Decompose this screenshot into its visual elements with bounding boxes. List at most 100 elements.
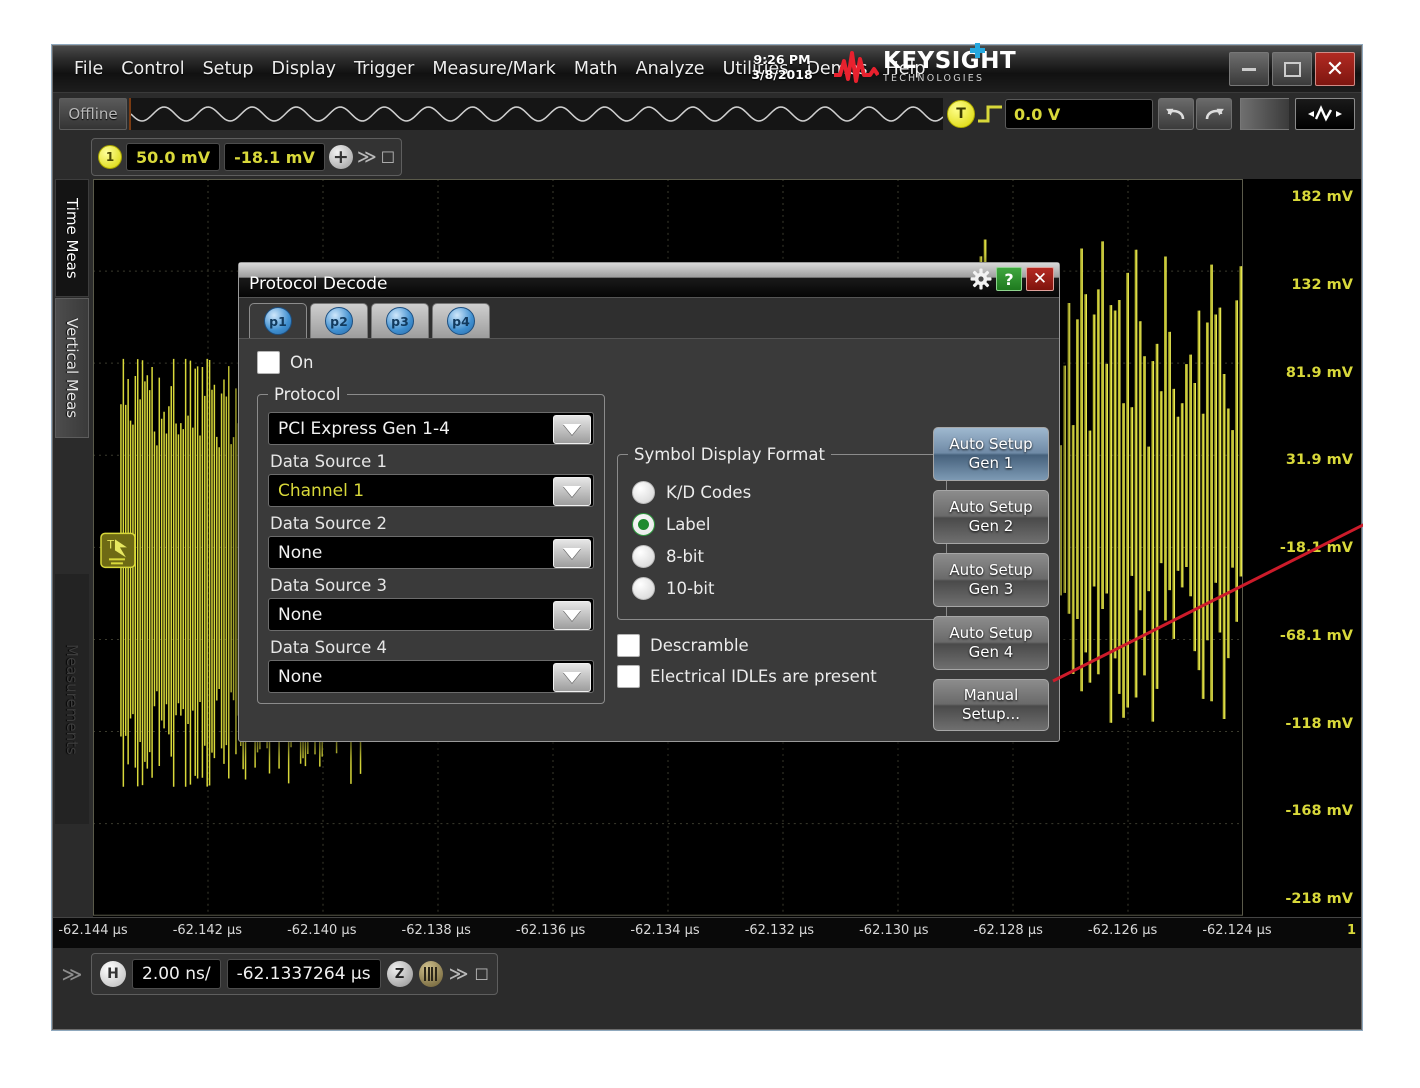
autoscale-button[interactable]: [1295, 98, 1355, 130]
x-axis-label: -62.126 µs: [1087, 923, 1158, 938]
channel-pin-icon[interactable]: ☐: [381, 148, 395, 167]
minimize-button[interactable]: [1229, 52, 1269, 86]
protocol-column: Protocol PCI Express Gen 1-4 Data Source…: [257, 385, 605, 704]
sidebar-item-time-meas[interactable]: Time Meas: [55, 179, 89, 297]
y-axis-label: 81.9 mV: [1285, 364, 1353, 381]
menu-item-math[interactable]: Math: [565, 56, 627, 82]
channel-1-scale-field[interactable]: 50.0 mV: [126, 143, 221, 171]
data-source-2-dropdown[interactable]: None: [268, 536, 594, 569]
on-checkbox-row[interactable]: On: [257, 351, 1047, 374]
channel-1-offset-field[interactable]: -18.1 mV: [224, 143, 325, 171]
menu-item-analyze[interactable]: Analyze: [627, 56, 714, 82]
channel-1-group: 1 50.0 mV -18.1 mV + ≫ ☐: [91, 138, 403, 176]
on-label: On: [290, 353, 314, 372]
status-pin-icon[interactable]: ☐: [474, 965, 488, 984]
menu-item-setup[interactable]: Setup: [194, 56, 263, 82]
timebase-field[interactable]: 2.00 ns/: [132, 959, 221, 989]
dialog-help-button[interactable]: ?: [996, 267, 1022, 291]
x-axis-label: -62.130 µs: [859, 923, 929, 938]
dialog-tab-p2[interactable]: p2: [310, 303, 368, 338]
data-source-1-label: Data Source 1: [270, 452, 388, 471]
chevron-down-icon[interactable]: [553, 601, 591, 630]
clock: 9:26 PM 3/8/2018: [743, 52, 821, 82]
symbol-option-row[interactable]: K/D Codes: [632, 481, 936, 504]
button-auto-setup-gen-4[interactable]: Auto Setup Gen 4: [933, 616, 1049, 670]
menu-item-control[interactable]: Control: [112, 56, 193, 82]
dialog-title-buttons: ? ✕: [970, 267, 1054, 291]
horizontal-badge[interactable]: H: [100, 961, 126, 987]
undo-button[interactable]: [1158, 98, 1194, 130]
offline-indicator[interactable]: Offline: [59, 98, 127, 130]
delay-field[interactable]: -62.1337264 µs: [226, 959, 381, 989]
auto-setup-button-column: Auto Setup Gen 1 Auto Setup Gen 2 Auto Setup…: [933, 427, 1049, 731]
symbol-option-row[interactable]: 8-bit: [632, 545, 936, 568]
y-axis-label: -168 mV: [1285, 803, 1353, 820]
descramble-row[interactable]: Descramble: [617, 634, 947, 657]
manual-setup-button[interactable]: Manual Setup...: [933, 679, 1049, 731]
chevron-down-icon[interactable]: [553, 539, 591, 568]
redo-button[interactable]: [1196, 98, 1232, 130]
trigger-level-field[interactable]: 0.0 V: [1005, 99, 1153, 129]
settings-gear-icon[interactable]: [970, 268, 992, 290]
chevron-down-icon[interactable]: [553, 477, 591, 506]
dialog-title-bar[interactable]: Protocol Decode ? ✕: [239, 263, 1059, 298]
channel-more-icon[interactable]: ≫: [357, 146, 377, 168]
waveform-overview-strip[interactable]: [129, 98, 943, 130]
autoscale-icon: [1308, 105, 1342, 122]
protocol-decode-dialog: Protocol Decode ? ✕ p1 p2 p3 p4 On Proto…: [238, 262, 1060, 742]
x-axis-label: -62.136 µs: [515, 923, 586, 938]
window-controls: ✕: [1229, 52, 1355, 86]
trigger-badge[interactable]: T: [947, 100, 975, 128]
x-axis-label: -62.128 µs: [973, 923, 1043, 938]
data-source-4-dropdown[interactable]: None: [268, 660, 594, 693]
descramble-checkbox[interactable]: [617, 634, 640, 657]
data-source-1-value: Channel 1: [278, 480, 365, 501]
electrical-idles-row[interactable]: Electrical IDLEs are present: [617, 665, 947, 688]
measurements-watermark: Measurements: [55, 574, 89, 824]
menu-item-display[interactable]: Display: [263, 56, 346, 82]
menu-item-measure-mark[interactable]: Measure/Mark: [423, 56, 564, 82]
radio-k-d-codes[interactable]: [632, 481, 655, 504]
dialog-tab-p3[interactable]: p3: [371, 303, 429, 338]
radio-8-bit[interactable]: [632, 545, 655, 568]
sidebar-item-vertical-meas[interactable]: Vertical Meas: [55, 298, 89, 438]
chevron-down-icon[interactable]: [553, 415, 591, 444]
x-axis-label: -62.124 µs: [1202, 923, 1272, 938]
expand-panel-icon[interactable]: ≫: [59, 957, 85, 991]
button-auto-setup-gen-1[interactable]: Auto Setup Gen 1: [933, 427, 1049, 481]
menu-item-file[interactable]: File: [65, 56, 112, 82]
data-source-1-dropdown[interactable]: Channel 1: [268, 474, 594, 507]
maximize-button[interactable]: [1272, 52, 1312, 86]
measurement-tab-strip: Time Meas Vertical Meas Measurements: [53, 179, 93, 917]
dialog-close-button[interactable]: ✕: [1026, 267, 1054, 291]
add-channel-icon[interactable]: +: [328, 145, 353, 169]
protocol-group: Protocol PCI Express Gen 1-4 Data Source…: [257, 385, 605, 704]
chevron-down-icon[interactable]: [553, 663, 591, 692]
svg-text:T: T: [107, 537, 115, 551]
button-label: Auto Setup Gen 4: [949, 624, 1033, 661]
dialog-title: Protocol Decode: [249, 274, 388, 294]
x-axis-label: -62.142 µs: [172, 923, 243, 938]
protocol-dropdown[interactable]: PCI Express Gen 1-4: [268, 412, 594, 445]
zoom-icon[interactable]: Z: [386, 961, 413, 987]
memory-depth-icon[interactable]: [418, 961, 443, 987]
button-auto-setup-gen-2[interactable]: Auto Setup Gen 2: [933, 490, 1049, 544]
channel-1-badge[interactable]: 1: [98, 145, 122, 169]
menu-item-trigger[interactable]: Trigger: [345, 56, 423, 82]
dialog-tab-p4[interactable]: p4: [432, 303, 490, 338]
button-auto-setup-gen-3[interactable]: Auto Setup Gen 3: [933, 553, 1049, 607]
radio-label[interactable]: [632, 513, 655, 536]
symbol-option-row[interactable]: 10-bit: [632, 577, 936, 600]
on-checkbox[interactable]: [257, 351, 280, 374]
symbol-option-row[interactable]: Label: [632, 513, 936, 536]
data-source-3-dropdown[interactable]: None: [268, 598, 594, 631]
radio-10-bit[interactable]: [632, 577, 655, 600]
display-preview: [1240, 98, 1289, 130]
electrical-idles-checkbox[interactable]: [617, 665, 640, 688]
dialog-tab-p1[interactable]: p1: [249, 303, 307, 338]
status-more-icon[interactable]: ≫: [449, 963, 469, 985]
data-source-3-value: None: [278, 604, 323, 625]
close-button[interactable]: ✕: [1315, 52, 1355, 86]
radio-label: 8-bit: [666, 547, 704, 566]
tab-badge: p2: [325, 307, 353, 335]
